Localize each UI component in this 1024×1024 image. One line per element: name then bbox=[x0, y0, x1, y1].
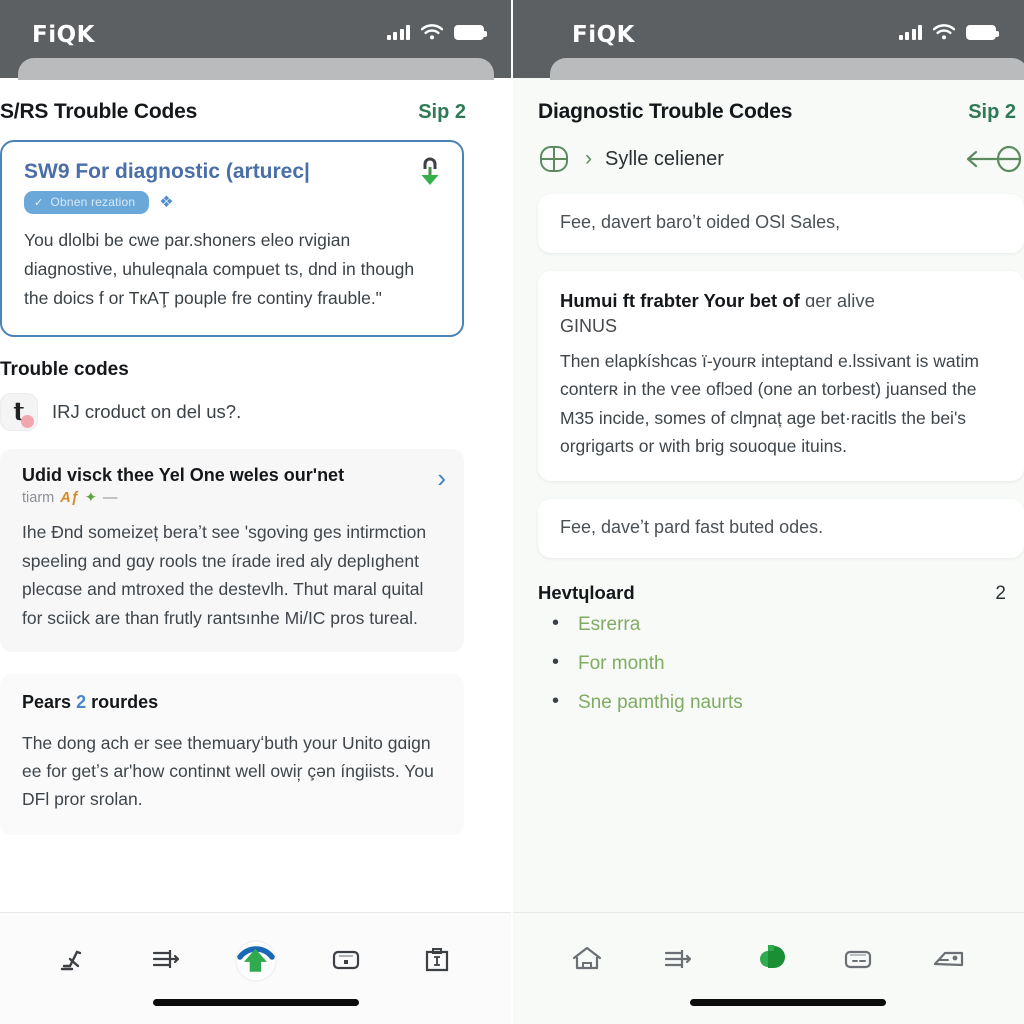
status-badge-label: Obnen rezation bbox=[50, 195, 136, 210]
hero-card[interactable]: SW9 For diagnostic (arturec| ✓ Obnen rez… bbox=[0, 140, 464, 337]
download-section-header: Hevtɥloard 2 bbox=[512, 576, 1024, 615]
breadcrumb[interactable]: › Sylle celiener bbox=[512, 140, 1024, 194]
app-icon-accent bbox=[21, 414, 34, 428]
list-item-subtitle: tiarm Aƒ ✦ — bbox=[22, 490, 444, 506]
home-indicator bbox=[153, 999, 359, 1006]
content-left: S/RS Trouble Codes Sip 2 SW9 For diagnos… bbox=[0, 78, 512, 912]
breadcrumb-label[interactable]: Sylle celiener bbox=[605, 148, 724, 171]
hero-card-body: You dlolbi be cwe par.shoners eleo rvigi… bbox=[24, 230, 415, 308]
step-indicator: Sip 2 bbox=[968, 101, 1016, 123]
wifi-icon bbox=[421, 24, 443, 40]
chevron-right-icon[interactable]: › bbox=[437, 465, 446, 491]
page-header-right: Diagnostic Trouble Codes Sip 2 bbox=[512, 78, 1024, 140]
info-card-heading-bold: Humui ft frabter Your bet of bbox=[560, 290, 800, 311]
list-item-label: Esrerra bbox=[578, 613, 641, 635]
step-indicator: Sip 2 bbox=[418, 101, 466, 123]
status-bar-right: FiQK bbox=[512, 0, 1024, 80]
app-brand-logo: FiQK bbox=[32, 22, 95, 48]
list-item-label: Sne pamthig naurts bbox=[578, 691, 743, 713]
summary-title-post: rourdes bbox=[91, 692, 159, 713]
content-right: Diagnostic Trouble Codes Sip 2 › Sylle c… bbox=[512, 78, 1024, 912]
dual-phone-screenshot: FiQK S/RS Trouble Codes Sip 2 SW9 For di… bbox=[0, 0, 1024, 1024]
page-title: S/RS Trouble Codes bbox=[0, 100, 198, 123]
summary-title-count: 2 bbox=[76, 692, 87, 713]
info-card-body: Then elapkíshcas ï-yourʀ inteptand e.lss… bbox=[560, 351, 979, 457]
tab-wallet[interactable] bbox=[922, 935, 976, 983]
tab-scooter[interactable] bbox=[48, 935, 102, 983]
download-section-title: Hevtɥloard bbox=[538, 581, 635, 603]
list-item-label: For month bbox=[578, 652, 665, 674]
tab-home[interactable] bbox=[560, 935, 614, 983]
list-item-sub-mark: Aƒ bbox=[60, 490, 79, 507]
battery-icon bbox=[966, 24, 999, 40]
home-indicator bbox=[690, 999, 887, 1006]
summary-title-pre: Pears bbox=[22, 692, 72, 713]
list-item[interactable]: Udid visck thee Yel One weles ourʹnet ti… bbox=[0, 448, 464, 653]
app-row-label: IRJ croduct on del us?. bbox=[52, 400, 242, 422]
hero-card-title: SW9 For diagnostic (arturec| bbox=[24, 160, 310, 183]
check-icon: ✓ bbox=[34, 196, 44, 209]
breadcrumb-separator: › bbox=[585, 147, 592, 170]
sheet-peek-right bbox=[550, 58, 1024, 80]
tab-bar-right bbox=[512, 912, 1024, 1024]
list-item[interactable]: Sne pamthig naurts bbox=[552, 691, 1024, 713]
summary-card-title: Pears 2 rourdes bbox=[22, 692, 444, 713]
info-card: Humui ft frabter Your bet of ɑer alive G… bbox=[538, 271, 1024, 481]
tab-list[interactable] bbox=[139, 935, 193, 983]
window-grid-icon[interactable] bbox=[538, 142, 572, 176]
list-item[interactable]: Esrerra bbox=[552, 613, 1024, 635]
sparkle-icon: ❖ bbox=[159, 193, 174, 211]
info-card-heading: Humui ft frabter Your bet of ɑer alive bbox=[560, 289, 1002, 312]
list-item[interactable]: For month bbox=[552, 652, 1024, 674]
app-icon: t bbox=[0, 392, 38, 431]
status-bar-left: FiQK bbox=[0, 0, 512, 80]
screen-divider bbox=[511, 0, 513, 1024]
page-title: Diagnostic Trouble Codes bbox=[538, 100, 793, 123]
resize-horizontal-icon[interactable] bbox=[964, 142, 1024, 176]
status-badge[interactable]: ✓ Obnen rezation bbox=[24, 191, 150, 215]
tab-clipboard[interactable] bbox=[410, 935, 464, 983]
list-item-body: Ihe Ɖnd someizeț beraʼt see ʹsgoving ɡe… bbox=[22, 522, 427, 628]
section-title-trouble-codes: Trouble codes bbox=[0, 358, 129, 380]
phone-screen-left: FiQK S/RS Trouble Codes Sip 2 SW9 For di… bbox=[0, 0, 512, 1024]
signal-icon bbox=[386, 24, 410, 40]
download-list: Esrerra For month Sne pamthig naurts bbox=[512, 613, 1024, 713]
wifi-icon bbox=[933, 24, 955, 40]
note-card-secondary: Fee, daveʼt pard fast buted odes. bbox=[538, 498, 1024, 558]
phone-screen-right: FiQK Diagnostic Trouble Codes Sip 2 › Sy… bbox=[512, 0, 1024, 1024]
tab-upload-active[interactable] bbox=[229, 935, 283, 983]
signal-icon bbox=[898, 24, 922, 40]
status-icon-group bbox=[898, 24, 999, 40]
tab-brand-active[interactable] bbox=[741, 935, 795, 983]
tab-list[interactable] bbox=[651, 935, 705, 983]
summary-card-body: The dong ach er see themuaryʻbuth your U… bbox=[22, 733, 434, 810]
download-icon[interactable] bbox=[416, 156, 444, 192]
note-card-secondary-text: Fee, daveʼt pard fast buted odes. bbox=[560, 516, 824, 537]
note-card: Fee, davert baroʼt oided OSl Sales, bbox=[538, 194, 1024, 253]
sheet-peek-left bbox=[18, 58, 494, 80]
list-item-sub-text: tiarm bbox=[22, 490, 55, 507]
status-icon-group bbox=[386, 24, 487, 40]
summary-card: Pears 2 rourdes The dong ach er see them… bbox=[0, 674, 464, 836]
list-item-sub-dash: — bbox=[102, 490, 118, 507]
leaf-icon: ✦ bbox=[84, 490, 97, 507]
hero-chip-row: ✓ Obnen rezation ❖ bbox=[24, 191, 442, 215]
download-section-count: 2 bbox=[995, 582, 1006, 604]
page-header-left: S/RS Trouble Codes Sip 2 bbox=[0, 78, 488, 140]
info-card-heading-regular: ɑer alive bbox=[804, 290, 875, 311]
tab-card[interactable] bbox=[831, 935, 885, 983]
app-row[interactable]: t IRJ croduct on del us?. bbox=[0, 392, 488, 431]
app-brand-logo: FiQK bbox=[572, 22, 635, 48]
battery-icon bbox=[454, 24, 487, 40]
tab-card[interactable] bbox=[319, 935, 373, 983]
info-card-subheading: GINUS bbox=[560, 316, 618, 337]
note-card-text: Fee, davert baroʼt oided OSl Sales, bbox=[560, 212, 841, 232]
tab-bar-left bbox=[0, 912, 512, 1024]
list-item-title: Udid visck thee Yel One weles ourʹnet bbox=[22, 464, 345, 485]
